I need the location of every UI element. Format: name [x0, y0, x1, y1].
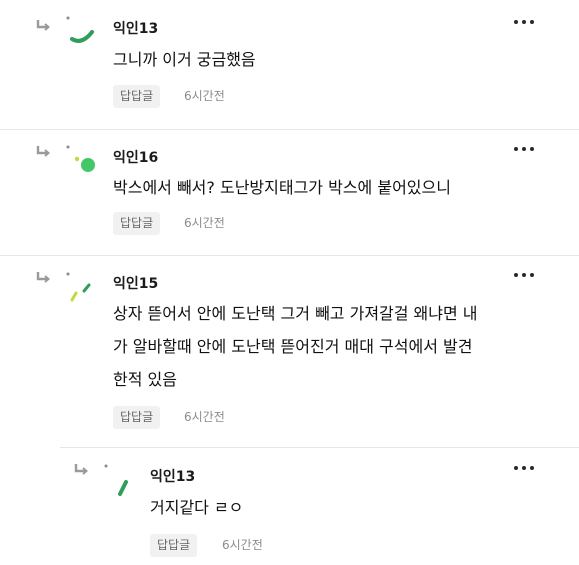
arc-avatar-icon [64, 12, 100, 48]
more-options-icon[interactable] [514, 273, 536, 279]
reply-arrow-icon [36, 145, 50, 157]
reply-arrow-icon [74, 463, 88, 475]
dashes-avatar-icon [64, 268, 100, 304]
comment-text-line: 그니까 이거 궁금했음 [113, 50, 256, 69]
comment-time: 6시간전 [184, 89, 225, 103]
comment-1: 익인13 그니까 이거 궁금했음 답답글 6시간전 [0, 0, 579, 135]
dots-avatar-icon [64, 141, 100, 177]
comment-text-line: 박스에서 빼서? 도난방지태그가 박스에 붙어있으니 [113, 178, 451, 197]
more-options-icon[interactable] [514, 466, 536, 472]
comment-author[interactable]: 익인13 [150, 466, 195, 486]
comment-text-line: 거지같다 ㄹㅇ [150, 498, 244, 517]
comment-author[interactable]: 익인15 [113, 273, 158, 293]
comment-author[interactable]: 익인16 [113, 147, 158, 167]
comment-author[interactable]: 익인13 [113, 18, 158, 38]
divider [0, 129, 579, 130]
comment-text-line: 상자 뜯어서 안에 도난택 그거 빼고 가져갈걸 왜냐면 내 [113, 304, 478, 323]
divider [0, 255, 579, 256]
comment-time: 6시간전 [184, 410, 225, 424]
divider [60, 447, 579, 448]
more-options-icon[interactable] [514, 20, 536, 26]
reply-arrow-icon [36, 271, 50, 283]
reply-button[interactable]: 답답글 [150, 534, 198, 557]
reply-button[interactable]: 답답글 [113, 85, 161, 108]
comment-text-line: 한적 있음 [113, 370, 177, 389]
comment-text-line: 가 알바할때 안에 도난택 뜯어진거 매대 구석에서 발견 [113, 337, 473, 356]
reply-arrow-icon [36, 19, 50, 31]
more-options-icon[interactable] [514, 147, 536, 153]
bar-avatar-icon [102, 460, 138, 496]
reply-button[interactable]: 답답글 [113, 406, 161, 429]
comment-time: 6시간전 [222, 538, 263, 552]
comment-time: 6시간전 [184, 216, 225, 230]
reply-button[interactable]: 답답글 [113, 212, 161, 235]
